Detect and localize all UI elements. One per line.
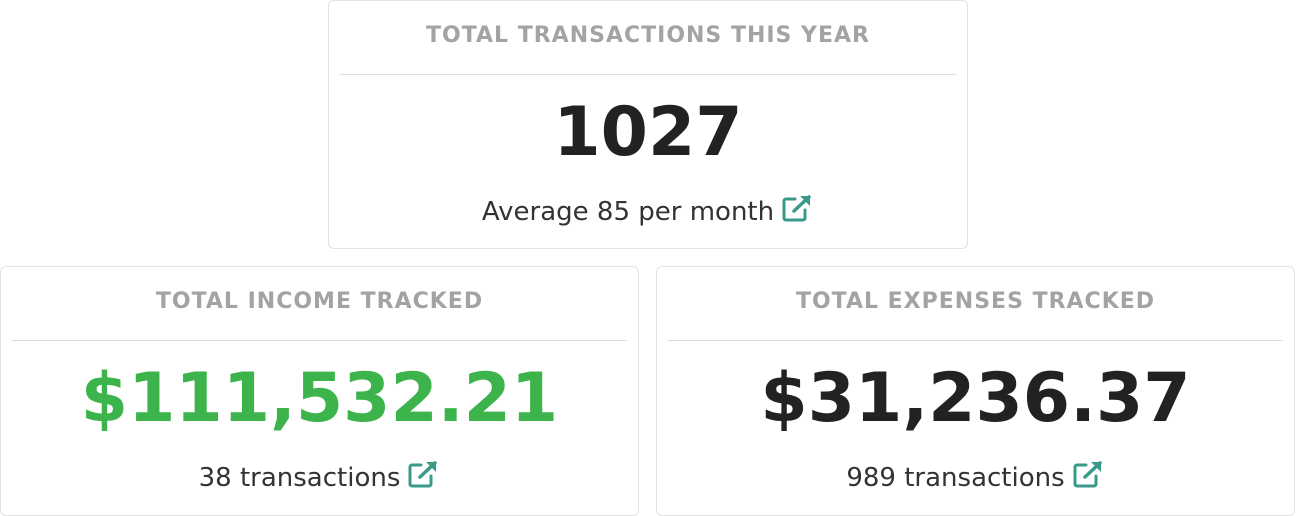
- card-title: TOTAL EXPENSES TRACKED: [795, 289, 1156, 314]
- expenses-total-value: $31,236.37: [760, 359, 1191, 438]
- external-link-icon[interactable]: [1071, 459, 1105, 489]
- income-card: TOTAL INCOME TRACKED $111,532.21 38 tran…: [0, 266, 639, 516]
- divider: [12, 340, 627, 341]
- income-total-value: $111,532.21: [80, 359, 559, 438]
- card-footer: Average 85 per month: [329, 193, 967, 230]
- transactions-average-text: Average 85 per month: [481, 197, 775, 227]
- external-link-icon[interactable]: [406, 459, 440, 489]
- transactions-card: TOTAL TRANSACTIONS THIS YEAR 1027 Averag…: [328, 0, 968, 249]
- external-link-icon[interactable]: [780, 193, 814, 223]
- transactions-total-value: 1027: [553, 93, 743, 172]
- card-footer: 989 transactions: [657, 459, 1294, 496]
- divider: [668, 340, 1283, 341]
- income-transactions-count: 38 transactions: [198, 463, 401, 493]
- expenses-card: TOTAL EXPENSES TRACKED $31,236.37 989 tr…: [656, 266, 1295, 516]
- card-title: TOTAL INCOME TRACKED: [155, 289, 484, 314]
- divider: [340, 74, 956, 75]
- card-footer: 38 transactions: [1, 459, 638, 496]
- card-title: TOTAL TRANSACTIONS THIS YEAR: [426, 23, 870, 48]
- expenses-transactions-count: 989 transactions: [846, 463, 1065, 493]
